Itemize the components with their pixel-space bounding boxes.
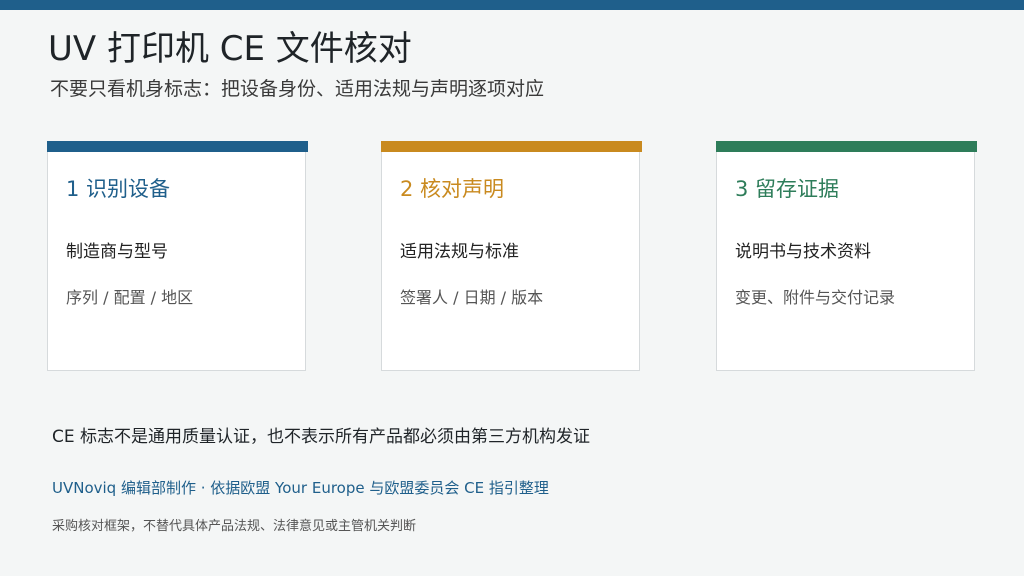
step-card-main-item: 说明书与技术资料 (735, 242, 871, 262)
top-accent-bar (0, 0, 1024, 10)
step-card-accent-bar (716, 141, 977, 152)
disclaimer: 采购核对框架，不替代具体产品法规、法律意见或主管机关判断 (52, 519, 417, 534)
source-credit: UVNoviq 编辑部制作 · 依据欧盟 Your Europe 与欧盟委员会 … (52, 479, 549, 497)
page-subtitle: 不要只看机身标志：把设备身份、适用法规与声明逐项对应 (50, 78, 545, 100)
step-card-keep-evidence: 3 留存证据 说明书与技术资料 变更、附件与交付记录 (716, 141, 977, 371)
step-card-title: 3 留存证据 (735, 177, 840, 201)
step-card-main-item: 制造商与型号 (66, 242, 168, 262)
step-card-accent-bar (47, 141, 308, 152)
step-card-title: 2 核对声明 (400, 177, 505, 201)
step-card-title: 1 识别设备 (66, 177, 171, 201)
page-title: UV 打印机 CE 文件核对 (48, 29, 412, 69)
step-card-identify-device: 1 识别设备 制造商与型号 序列 / 配置 / 地区 (47, 141, 308, 371)
step-card-accent-bar (381, 141, 642, 152)
step-card-check-declaration: 2 核对声明 适用法规与标准 签署人 / 日期 / 版本 (381, 141, 642, 371)
step-card-sub-items: 序列 / 配置 / 地区 (66, 288, 194, 307)
step-card-sub-items: 签署人 / 日期 / 版本 (400, 288, 544, 307)
ce-mark-note: CE 标志不是通用质量认证，也不表示所有产品都必须由第三方机构发证 (52, 427, 591, 447)
step-card-main-item: 适用法规与标准 (400, 242, 519, 262)
step-card-sub-items: 变更、附件与交付记录 (735, 288, 896, 307)
